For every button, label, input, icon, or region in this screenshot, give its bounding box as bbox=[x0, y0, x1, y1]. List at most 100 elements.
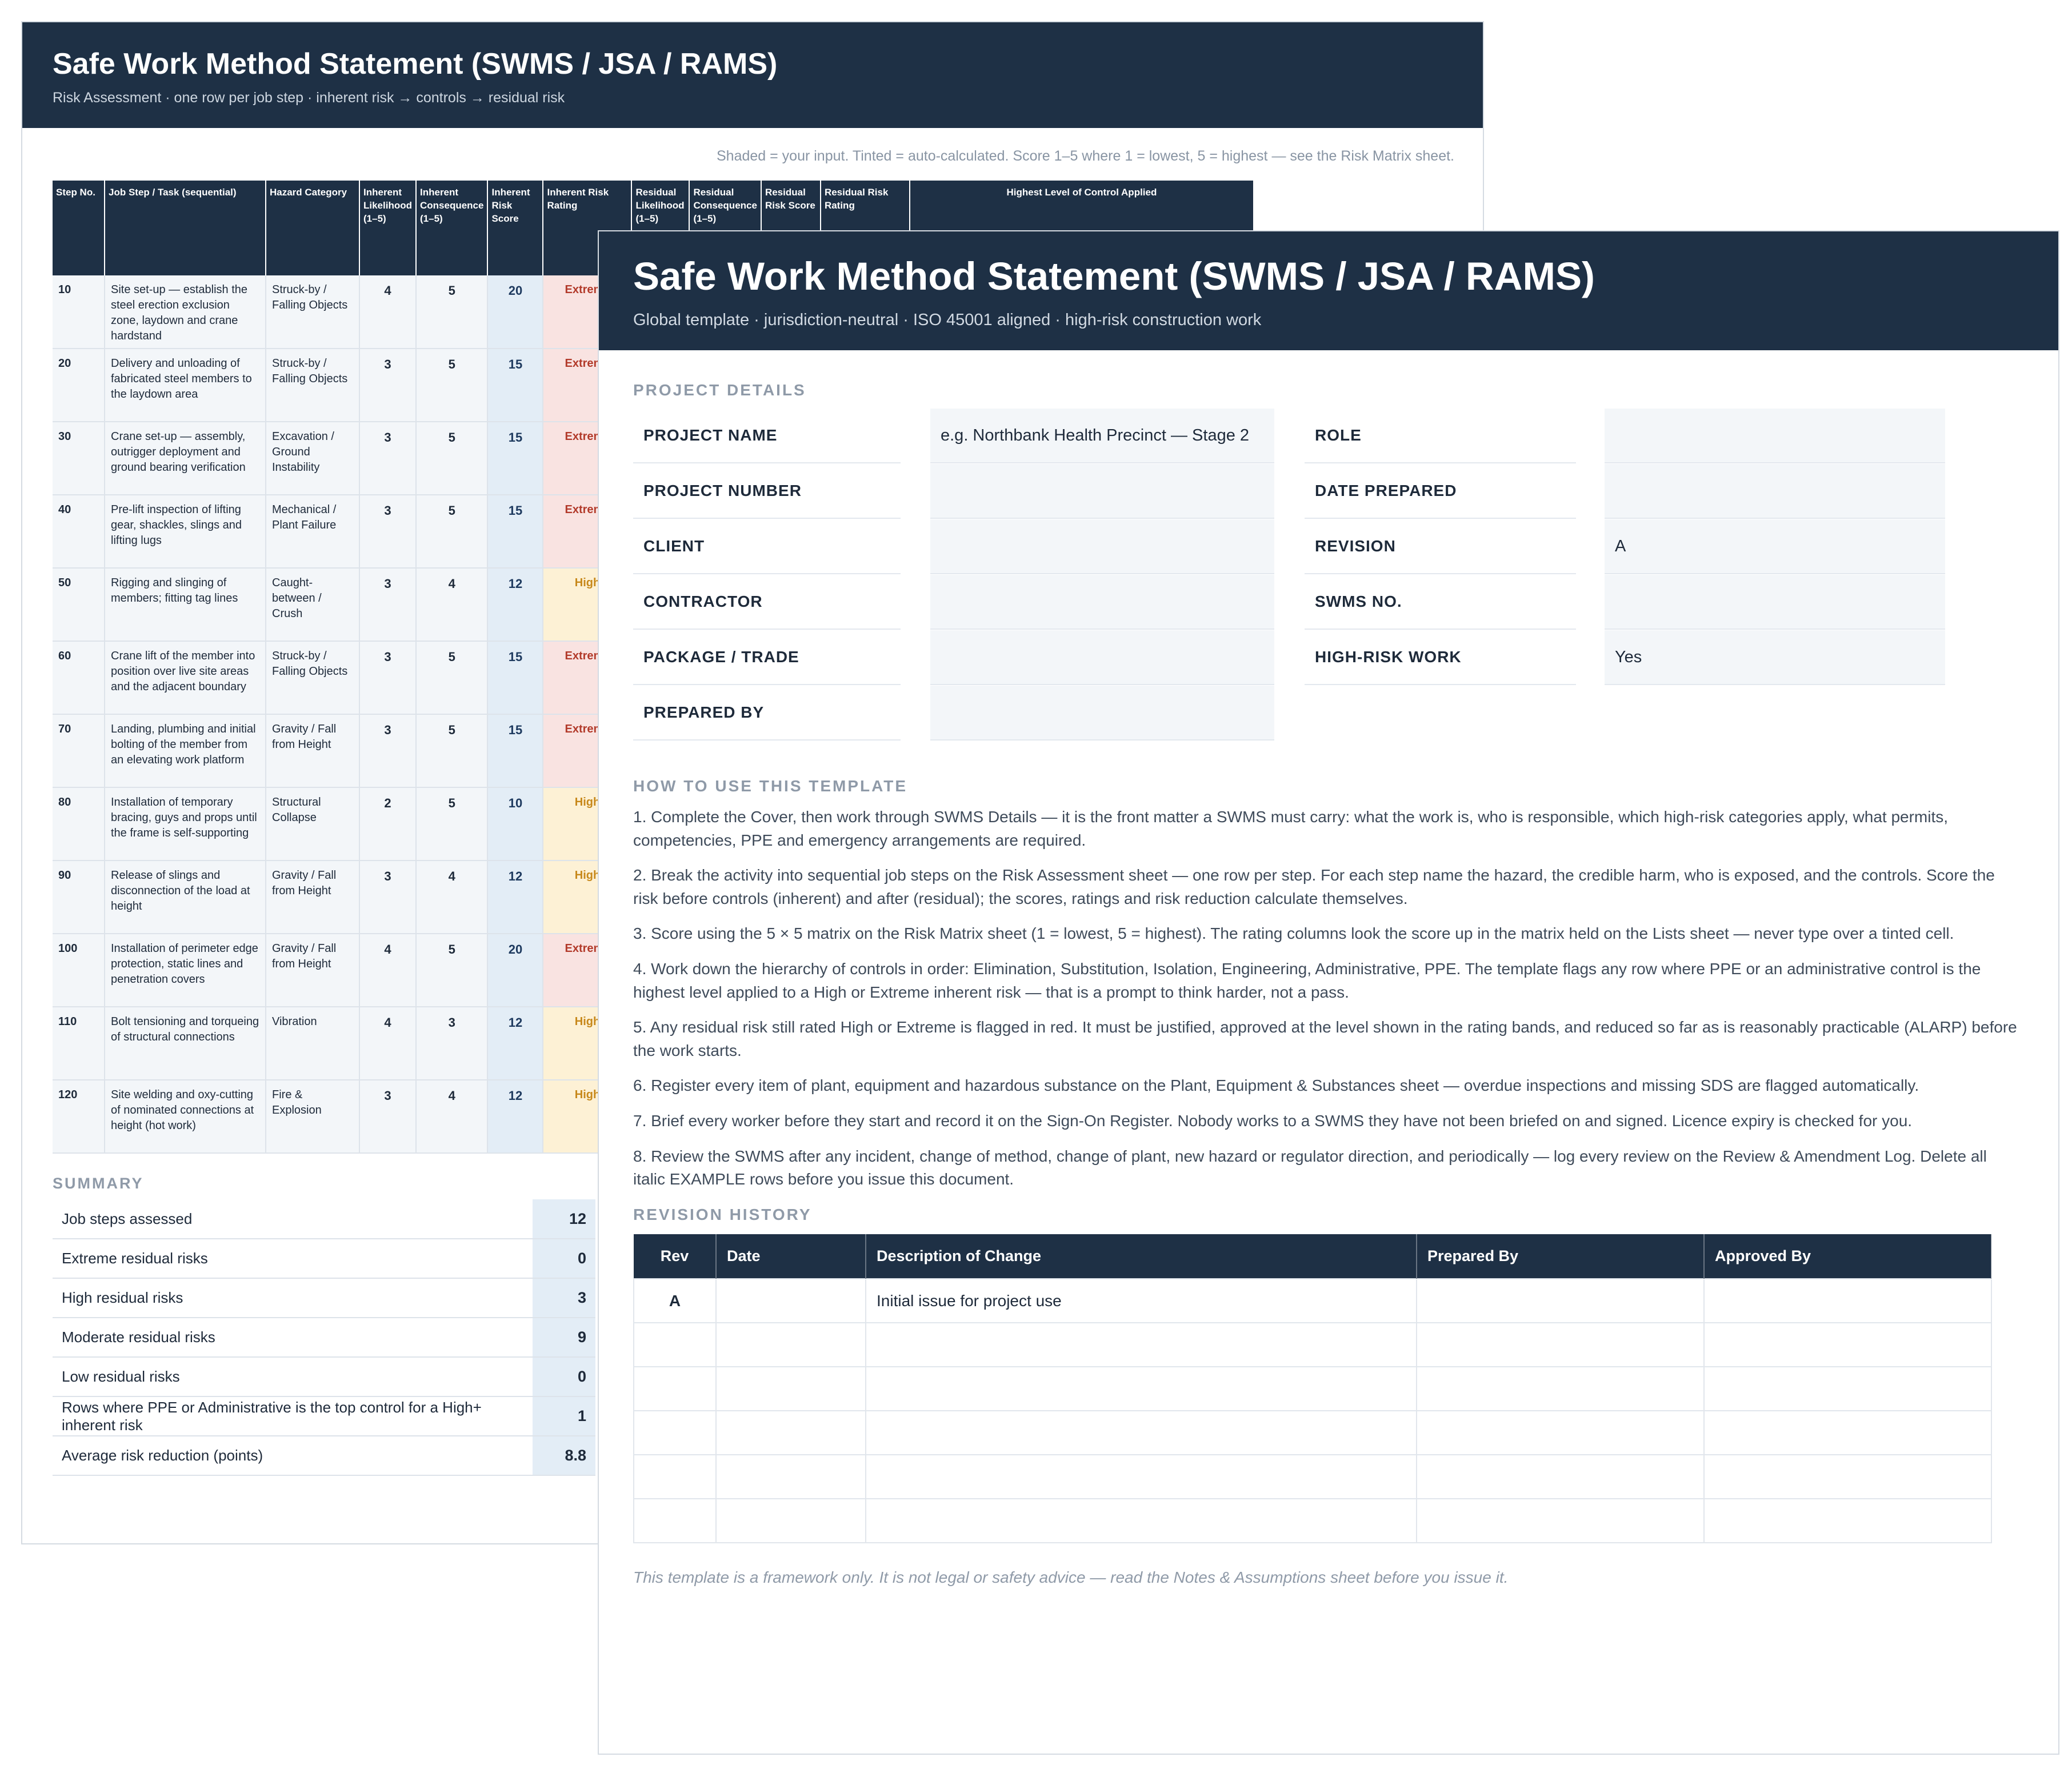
date-cell[interactable] bbox=[715, 1322, 866, 1367]
field-input[interactable] bbox=[930, 575, 1274, 630]
rev-cell[interactable] bbox=[633, 1410, 717, 1455]
inherent-consequence-cell[interactable]: 5 bbox=[416, 349, 489, 422]
job-step-cell[interactable]: Crane lift of the member into position o… bbox=[105, 641, 266, 715]
rev-cell[interactable] bbox=[633, 1454, 717, 1499]
hazard-category-cell[interactable]: Fire & Explosion bbox=[266, 1080, 360, 1154]
date-cell[interactable] bbox=[715, 1278, 866, 1323]
hazard-category-cell[interactable]: Excavation / Ground Instability bbox=[266, 422, 360, 495]
inherent-likelihood-cell[interactable]: 3 bbox=[359, 422, 417, 495]
hazard-category-cell[interactable]: Mechanical / Plant Failure bbox=[266, 495, 360, 569]
field-input[interactable] bbox=[930, 519, 1274, 574]
hazard-category-cell[interactable]: Structural Collapse bbox=[266, 787, 360, 861]
job-step-cell[interactable]: Rigging and slinging of members; fitting… bbox=[105, 568, 266, 642]
job-step-cell[interactable]: Landing, plumbing and initial bolting of… bbox=[105, 714, 266, 788]
inherent-consequence-cell[interactable]: 5 bbox=[416, 714, 489, 788]
field-input[interactable]: Yes bbox=[1605, 630, 1945, 685]
date-cell[interactable] bbox=[715, 1454, 866, 1499]
approved-by-cell[interactable] bbox=[1703, 1278, 1992, 1323]
prepared-by-cell[interactable] bbox=[1416, 1366, 1705, 1411]
hazard-category-cell[interactable]: Gravity / Fall from Height bbox=[266, 861, 360, 934]
approved-by-cell[interactable] bbox=[1703, 1498, 1992, 1543]
job-step-cell[interactable]: Delivery and unloading of fabricated ste… bbox=[105, 349, 266, 422]
step-number-cell[interactable]: 110 bbox=[53, 1007, 105, 1080]
field-input[interactable] bbox=[930, 630, 1274, 685]
prepared-by-cell[interactable] bbox=[1416, 1322, 1705, 1367]
inherent-likelihood-cell[interactable]: 3 bbox=[359, 349, 417, 422]
date-cell[interactable] bbox=[715, 1366, 866, 1411]
description-cell[interactable] bbox=[865, 1322, 1417, 1367]
inherent-consequence-cell[interactable]: 5 bbox=[416, 934, 489, 1007]
field-input[interactable] bbox=[930, 464, 1274, 519]
prepared-by-cell[interactable] bbox=[1416, 1498, 1705, 1543]
step-number-cell[interactable]: 20 bbox=[53, 349, 105, 422]
hazard-category-cell[interactable]: Struck-by / Falling Objects bbox=[266, 275, 360, 349]
job-step-cell[interactable]: Crane set-up — assembly, outrigger deplo… bbox=[105, 422, 266, 495]
inherent-likelihood-cell[interactable]: 3 bbox=[359, 495, 417, 569]
date-cell[interactable] bbox=[715, 1410, 866, 1455]
inherent-likelihood-cell[interactable]: 4 bbox=[359, 1007, 417, 1080]
job-step-cell[interactable]: Pre-lift inspection of lifting gear, sha… bbox=[105, 495, 266, 569]
step-number-cell[interactable]: 50 bbox=[53, 568, 105, 642]
inherent-consequence-cell[interactable]: 5 bbox=[416, 275, 489, 349]
rev-cell[interactable] bbox=[633, 1366, 717, 1411]
inherent-likelihood-cell[interactable]: 4 bbox=[359, 934, 417, 1007]
rev-cell[interactable] bbox=[633, 1498, 717, 1543]
job-step-cell[interactable]: Installation of temporary bracing, guys … bbox=[105, 787, 266, 861]
field-input[interactable] bbox=[930, 686, 1274, 741]
description-cell[interactable]: Initial issue for project use bbox=[865, 1278, 1417, 1323]
date-cell[interactable] bbox=[715, 1498, 866, 1543]
step-number-cell[interactable]: 10 bbox=[53, 275, 105, 349]
inherent-likelihood-cell[interactable]: 2 bbox=[359, 787, 417, 861]
inherent-consequence-cell[interactable]: 4 bbox=[416, 568, 489, 642]
inherent-likelihood-cell[interactable]: 4 bbox=[359, 275, 417, 349]
step-number-cell[interactable]: 30 bbox=[53, 422, 105, 495]
inherent-likelihood-cell[interactable]: 3 bbox=[359, 568, 417, 642]
field-input[interactable] bbox=[1605, 464, 1945, 519]
inherent-consequence-cell[interactable]: 5 bbox=[416, 787, 489, 861]
inherent-likelihood-cell[interactable]: 3 bbox=[359, 714, 417, 788]
inherent-likelihood-cell[interactable]: 3 bbox=[359, 641, 417, 715]
job-step-cell[interactable]: Bolt tensioning and torqueing of structu… bbox=[105, 1007, 266, 1080]
inherent-likelihood-cell[interactable]: 3 bbox=[359, 861, 417, 934]
job-step-cell[interactable]: Release of slings and disconnection of t… bbox=[105, 861, 266, 934]
rev-cell[interactable]: A bbox=[633, 1278, 717, 1323]
step-number-cell[interactable]: 90 bbox=[53, 861, 105, 934]
field-input[interactable]: e.g. Northbank Health Precinct — Stage 2 bbox=[930, 409, 1274, 463]
field-input[interactable] bbox=[1605, 575, 1945, 630]
approved-by-cell[interactable] bbox=[1703, 1322, 1992, 1367]
description-cell[interactable] bbox=[865, 1366, 1417, 1411]
approved-by-cell[interactable] bbox=[1703, 1410, 1992, 1455]
inherent-consequence-cell[interactable]: 5 bbox=[416, 495, 489, 569]
job-step-cell[interactable]: Site welding and oxy-cutting of nominate… bbox=[105, 1080, 266, 1154]
field-input[interactable] bbox=[1605, 409, 1945, 463]
job-step-cell[interactable]: Site set-up — establish the steel erecti… bbox=[105, 275, 266, 349]
hazard-category-cell[interactable]: Struck-by / Falling Objects bbox=[266, 641, 360, 715]
inherent-likelihood-cell[interactable]: 3 bbox=[359, 1080, 417, 1154]
hazard-category-cell[interactable]: Gravity / Fall from Height bbox=[266, 714, 360, 788]
rev-cell[interactable] bbox=[633, 1322, 717, 1367]
inherent-consequence-cell[interactable]: 4 bbox=[416, 1080, 489, 1154]
prepared-by-cell[interactable] bbox=[1416, 1410, 1705, 1455]
step-number-cell[interactable]: 100 bbox=[53, 934, 105, 1007]
step-number-cell[interactable]: 70 bbox=[53, 714, 105, 788]
description-cell[interactable] bbox=[865, 1498, 1417, 1543]
step-number-cell[interactable]: 40 bbox=[53, 495, 105, 569]
description-cell[interactable] bbox=[865, 1410, 1417, 1455]
approved-by-cell[interactable] bbox=[1703, 1454, 1992, 1499]
prepared-by-cell[interactable] bbox=[1416, 1278, 1705, 1323]
hazard-category-cell[interactable]: Gravity / Fall from Height bbox=[266, 934, 360, 1007]
inherent-consequence-cell[interactable]: 3 bbox=[416, 1007, 489, 1080]
inherent-consequence-cell[interactable]: 4 bbox=[416, 861, 489, 934]
step-number-cell[interactable]: 80 bbox=[53, 787, 105, 861]
hazard-category-cell[interactable]: Struck-by / Falling Objects bbox=[266, 349, 360, 422]
description-cell[interactable] bbox=[865, 1454, 1417, 1499]
inherent-consequence-cell[interactable]: 5 bbox=[416, 422, 489, 495]
field-input[interactable]: A bbox=[1605, 519, 1945, 574]
job-step-cell[interactable]: Installation of perimeter edge protectio… bbox=[105, 934, 266, 1007]
step-number-cell[interactable]: 120 bbox=[53, 1080, 105, 1154]
hazard-category-cell[interactable]: Vibration bbox=[266, 1007, 360, 1080]
inherent-consequence-cell[interactable]: 5 bbox=[416, 641, 489, 715]
step-number-cell[interactable]: 60 bbox=[53, 641, 105, 715]
hazard-category-cell[interactable]: Caught-between / Crush bbox=[266, 568, 360, 642]
approved-by-cell[interactable] bbox=[1703, 1366, 1992, 1411]
